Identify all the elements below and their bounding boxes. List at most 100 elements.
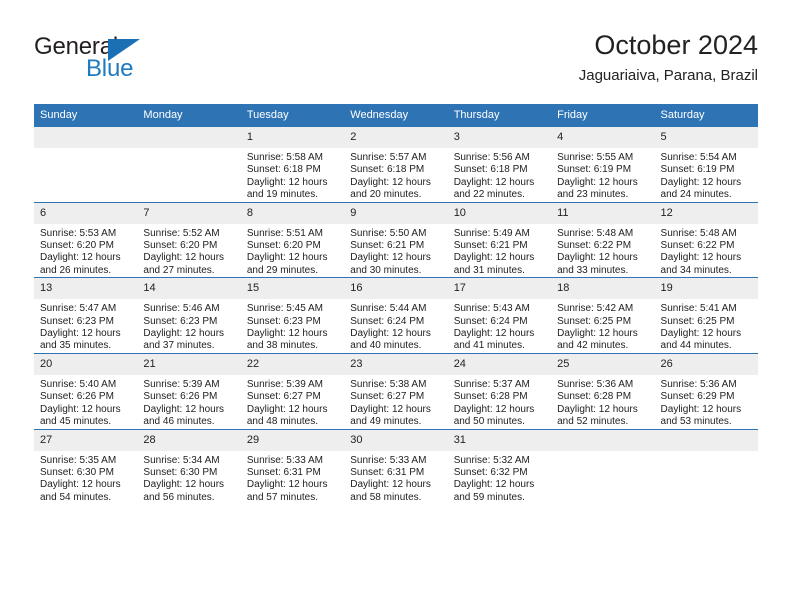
logo-text-blue: Blue: [86, 55, 134, 82]
calendar-day-cell[interactable]: 27 Sunrise: 5:35 AM Sunset: 6:30 PM Dayligh…: [34, 428, 138, 505]
sunset-text: Sunset: 6:20 PM: [143, 240, 218, 252]
sunset-text: Sunset: 6:23 PM: [246, 315, 321, 327]
calendar-day-cell[interactable]: 28 Sunrise: 5:34 AM Sunset: 6:30 PM Dayligh…: [137, 428, 241, 505]
calendar-day-cell[interactable]: 25 Sunrise: 5:36 AM Sunset: 6:28 PM Dayligh…: [551, 352, 655, 429]
calendar-day-cell[interactable]: 21 Sunrise: 5:39 AM Sunset: 6:26 PM Dayligh…: [137, 352, 241, 429]
calendar-day-cell[interactable]: 4 Sunrise: 5:55 AM Sunset: 6:19 PM Daylight…: [551, 127, 655, 203]
calendar-day-cell[interactable]: 22 Sunrise: 5:39 AM Sunset: 6:27 PM Dayligh…: [240, 352, 345, 429]
calendar-week-row: 20 Sunrise: 5:40 AM Sunset: 6:26 PM Dayligh…: [34, 352, 758, 429]
day-details: Sunrise: 5:39 AM Sunset: 6:27 PM Daylight:…: [241, 375, 344, 429]
sunrise-text: Sunrise: 5:58 AM: [246, 152, 323, 163]
calendar-day-cell[interactable]: 15 Sunrise: 5:45 AM Sunset: 6:23 PM Dayligh…: [240, 277, 345, 354]
day-details: Sunrise: 5:36 AM Sunset: 6:29 PM Daylight:…: [655, 375, 758, 429]
day-number: 16: [344, 278, 448, 300]
day-details: Sunrise: 5:47 AM Sunset: 6:23 PM Daylight:…: [34, 299, 137, 353]
calendar-day-cell[interactable]: 18 Sunrise: 5:42 AM Sunset: 6:25 PM Dayligh…: [551, 277, 655, 354]
calendar-day-cell[interactable]: 9 Sunrise: 5:50 AM Sunset: 6:21 PM Daylight…: [344, 201, 448, 278]
calendar-day-cell[interactable]: 5 Sunrise: 5:54 AM Sunset: 6:19 PM Daylight…: [654, 127, 758, 203]
calendar-day-cell[interactable]: 10 Sunrise: 5:49 AM Sunset: 6:21 PM Dayligh…: [447, 201, 552, 278]
weekday-header-wednesday: Wednesday: [344, 104, 448, 127]
sunset-text: Sunset: 6:20 PM: [246, 240, 321, 252]
calendar-table: Sunday Monday Tuesday Wednesday Thursday Frid…: [34, 104, 758, 505]
day-details: Sunrise: 5:56 AM Sunset: 6:18 PM Daylight:…: [448, 148, 551, 202]
sunset-text: Sunset: 6:23 PM: [40, 315, 114, 327]
day-details: Sunrise: 5:34 AM Sunset: 6:30 PM Daylight:…: [137, 451, 240, 505]
sunset-text: Sunset: 6:31 PM: [246, 466, 321, 478]
day-number: 7: [137, 202, 241, 224]
sunrise-text: Sunrise: 5:54 AM: [660, 152, 737, 163]
calendar-day-cell[interactable]: 1 Sunrise: 5:58 AM Sunset: 6:18 PM Daylight…: [240, 127, 345, 203]
day-details: Sunrise: 5:48 AM Sunset: 6:22 PM Daylight:…: [655, 224, 758, 278]
calendar-day-cell[interactable]: 20 Sunrise: 5:40 AM Sunset: 6:26 PM Dayligh…: [34, 352, 138, 429]
sunrise-text: Sunrise: 5:45 AM: [246, 303, 323, 315]
day-number: 23: [344, 353, 448, 375]
day-number: 4: [551, 127, 655, 148]
daylight-text: Daylight: 12 hours and 53 minutes.: [660, 403, 742, 428]
sunset-text: Sunset: 6:20 PM: [40, 240, 114, 252]
daylight-text: Daylight: 12 hours and 23 minutes.: [557, 176, 638, 201]
calendar-week-row: 13 Sunrise: 5:47 AM Sunset: 6:23 PM Dayligh…: [34, 277, 758, 354]
daylight-text: Daylight: 12 hours and 33 minutes.: [557, 252, 638, 276]
day-number: 13: [34, 278, 138, 300]
calendar-day-cell[interactable]: 16 Sunrise: 5:44 AM Sunset: 6:24 PM Dayligh…: [344, 277, 448, 354]
calendar-week-row: 6 Sunrise: 5:53 AM Sunset: 6:20 PM Daylight…: [34, 201, 758, 278]
calendar-day-cell[interactable]: 8 Sunrise: 5:51 AM Sunset: 6:20 PM Daylight…: [240, 201, 345, 278]
daylight-text: Daylight: 12 hours and 37 minutes.: [143, 328, 225, 352]
daylight-text: Daylight: 12 hours and 35 minutes.: [40, 328, 121, 352]
daylight-text: Daylight: 12 hours and 30 minutes.: [350, 252, 431, 276]
sunset-text: Sunset: 6:24 PM: [350, 315, 425, 327]
sunset-text: Sunset: 6:25 PM: [557, 315, 632, 327]
calendar-day-cell[interactable]: 31 Sunrise: 5:32 AM Sunset: 6:32 PM Dayligh…: [447, 428, 552, 505]
calendar-day-cell[interactable]: 30 Sunrise: 5:33 AM Sunset: 6:31 PM Dayligh…: [344, 428, 448, 505]
daylight-text: Daylight: 12 hours and 41 minutes.: [453, 328, 535, 352]
sunrise-text: Sunrise: 5:36 AM: [557, 378, 634, 390]
day-details: Sunrise: 5:46 AM Sunset: 6:23 PM Daylight:…: [137, 299, 240, 353]
weekday-header-monday: Monday: [137, 104, 241, 127]
calendar-day-cell[interactable]: 29 Sunrise: 5:33 AM Sunset: 6:31 PM Dayligh…: [240, 428, 345, 505]
day-number: 6: [34, 202, 138, 224]
calendar-day-cell[interactable]: 11 Sunrise: 5:48 AM Sunset: 6:22 PM Dayligh…: [551, 201, 655, 278]
calendar-day-cell[interactable]: 23 Sunrise: 5:38 AM Sunset: 6:27 PM Dayligh…: [344, 352, 448, 429]
daylight-text: Daylight: 12 hours and 22 minutes.: [453, 176, 535, 201]
calendar-cell-empty: [34, 127, 138, 203]
sunset-text: Sunset: 6:22 PM: [557, 240, 632, 252]
sunrise-text: Sunrise: 5:56 AM: [453, 152, 530, 163]
sunset-text: Sunset: 6:18 PM: [453, 164, 528, 176]
calendar-day-cell[interactable]: 24 Sunrise: 5:37 AM Sunset: 6:28 PM Dayligh…: [447, 352, 552, 429]
sunset-text: Sunset: 6:27 PM: [246, 391, 321, 403]
calendar-day-cell[interactable]: 7 Sunrise: 5:52 AM Sunset: 6:20 PM Daylight…: [137, 201, 241, 278]
sunset-text: Sunset: 6:21 PM: [453, 240, 528, 252]
sunrise-text: Sunrise: 5:43 AM: [453, 303, 530, 315]
day-number: 19: [654, 278, 758, 300]
sunset-text: Sunset: 6:30 PM: [143, 466, 218, 478]
calendar-cell-empty: [551, 428, 655, 505]
sunrise-text: Sunrise: 5:46 AM: [143, 303, 220, 315]
calendar-day-cell[interactable]: 3 Sunrise: 5:56 AM Sunset: 6:18 PM Daylight…: [447, 127, 552, 203]
title-block: October 2024 Jaguariaiva, Parana, Brazil: [579, 28, 758, 87]
calendar-day-cell[interactable]: 26 Sunrise: 5:36 AM Sunset: 6:29 PM Dayligh…: [654, 352, 758, 429]
day-details: Sunrise: 5:50 AM Sunset: 6:21 PM Daylight:…: [344, 224, 447, 278]
day-number: 28: [137, 429, 241, 451]
calendar-day-cell[interactable]: 2 Sunrise: 5:57 AM Sunset: 6:18 PM Daylight…: [344, 127, 448, 203]
daylight-text: Daylight: 12 hours and 42 minutes.: [557, 328, 638, 352]
calendar-day-cell[interactable]: 6 Sunrise: 5:53 AM Sunset: 6:20 PM Daylight…: [34, 201, 138, 278]
calendar-day-cell[interactable]: 19 Sunrise: 5:41 AM Sunset: 6:25 PM Dayligh…: [654, 277, 758, 354]
day-number: 9: [344, 202, 448, 224]
sunset-text: Sunset: 6:29 PM: [660, 391, 735, 403]
sunrise-text: Sunrise: 5:38 AM: [350, 378, 427, 390]
daylight-text: Daylight: 12 hours and 40 minutes.: [350, 328, 431, 352]
daylight-text: Daylight: 12 hours and 46 minutes.: [143, 403, 225, 428]
sunrise-text: Sunrise: 5:48 AM: [660, 227, 737, 239]
sunrise-text: Sunrise: 5:39 AM: [246, 378, 323, 390]
day-number: 26: [654, 353, 758, 375]
sunrise-text: Sunrise: 5:33 AM: [350, 454, 427, 466]
general-blue-logo[interactable]: General Blue: [34, 34, 164, 92]
calendar-day-cell[interactable]: 12 Sunrise: 5:48 AM Sunset: 6:22 PM Dayligh…: [654, 201, 758, 278]
calendar-day-cell[interactable]: 17 Sunrise: 5:43 AM Sunset: 6:24 PM Dayligh…: [447, 277, 552, 354]
weekday-header-friday: Friday: [551, 104, 655, 127]
day-number: 18: [551, 278, 655, 300]
calendar-day-cell[interactable]: 14 Sunrise: 5:46 AM Sunset: 6:23 PM Dayligh…: [137, 277, 241, 354]
day-number: 24: [447, 353, 552, 375]
day-number: 25: [551, 353, 655, 375]
calendar-day-cell[interactable]: 13 Sunrise: 5:47 AM Sunset: 6:23 PM Dayligh…: [34, 277, 138, 354]
